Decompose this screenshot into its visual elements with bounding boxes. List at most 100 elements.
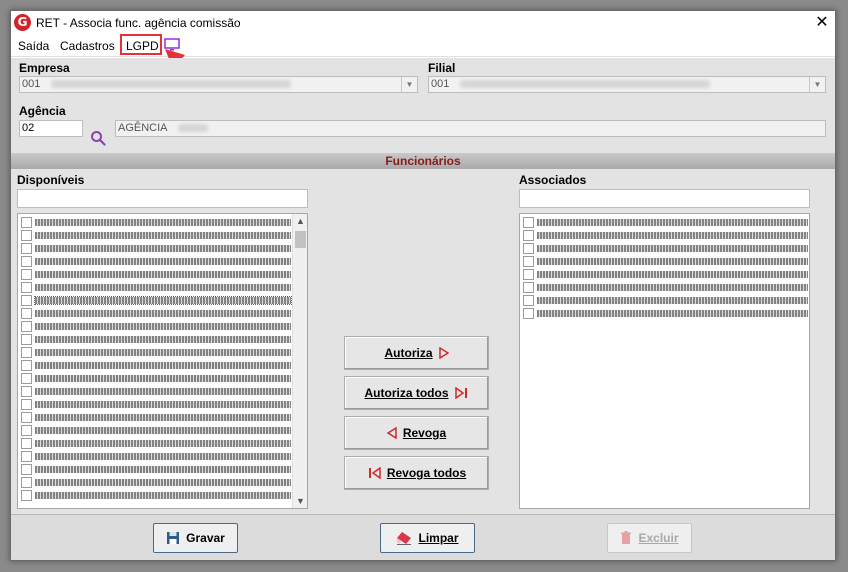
close-button[interactable]: ✕ <box>811 13 833 33</box>
checkbox[interactable] <box>21 451 32 462</box>
excluir-label: Excluir <box>638 531 679 545</box>
app-window: G RET - Associa func. agência comissão ✕… <box>10 10 836 561</box>
save-icon <box>167 532 180 544</box>
autoriza-button[interactable]: Autoriza <box>344 336 489 370</box>
arrow-left-double-icon <box>368 467 381 479</box>
checkbox[interactable] <box>21 438 32 449</box>
checkbox[interactable] <box>523 256 534 267</box>
gravar-label: Gravar <box>186 531 225 545</box>
gravar-button[interactable]: Gravar <box>153 523 238 553</box>
empresa-label: Empresa <box>19 61 70 75</box>
redacted-text <box>35 427 291 434</box>
autoriza-label: Autoriza <box>384 346 433 360</box>
redacted-text <box>35 453 291 460</box>
redacted-text <box>537 258 808 265</box>
redacted-text <box>35 219 291 226</box>
checkbox[interactable] <box>21 256 32 267</box>
associados-list[interactable] <box>519 213 810 509</box>
checkbox[interactable] <box>21 373 32 384</box>
menu-cadastros[interactable]: Cadastros <box>60 39 115 53</box>
autoriza-todos-label: Autoriza todos <box>364 386 449 400</box>
redacted-text <box>537 219 808 226</box>
checkbox[interactable] <box>21 490 32 501</box>
revoga-button[interactable]: Revoga <box>344 416 489 450</box>
agencia-name: AGÊNCIA <box>118 122 167 134</box>
disponiveis-list[interactable]: ▲ ▼ <box>17 213 308 509</box>
checkbox[interactable] <box>21 308 32 319</box>
checkbox[interactable] <box>21 295 32 306</box>
redacted-text <box>35 310 291 317</box>
disponiveis-filter-input[interactable] <box>17 189 308 208</box>
filial-value: 001 <box>431 78 450 90</box>
redacted-text <box>35 401 291 408</box>
redacted-text <box>34 296 292 305</box>
arrow-left-icon <box>386 427 397 439</box>
revoga-todos-button[interactable]: Revoga todos <box>344 456 489 490</box>
empresa-combo[interactable]: 001 ▼ <box>19 76 418 93</box>
checkbox[interactable] <box>21 412 32 423</box>
scroll-up-icon[interactable]: ▲ <box>293 214 307 228</box>
checkbox[interactable] <box>523 282 534 293</box>
agencia-label: Agência <box>19 104 66 118</box>
checkbox[interactable] <box>21 425 32 436</box>
revoga-label: Revoga <box>402 426 447 440</box>
monitor-icon[interactable] <box>164 38 180 52</box>
checkbox[interactable] <box>21 386 32 397</box>
redacted-text <box>35 336 291 343</box>
checkbox[interactable] <box>21 334 32 345</box>
redacted-text <box>35 245 291 252</box>
menu-saida[interactable]: Saída <box>18 39 49 53</box>
agencia-code-input[interactable]: 02 <box>19 120 83 137</box>
filial-combo[interactable]: 001 ▼ <box>428 76 826 93</box>
agencia-name-field: AGÊNCIA <box>115 120 826 137</box>
revoga-todos-label: Revoga todos <box>386 466 467 480</box>
checkbox[interactable] <box>523 295 534 306</box>
checkbox[interactable] <box>21 230 32 241</box>
empresa-value: 001 <box>22 78 41 90</box>
funcionarios-header: Funcionários <box>11 153 835 169</box>
checkbox[interactable] <box>21 217 32 228</box>
disponiveis-scrollbar[interactable]: ▲ ▼ <box>292 214 307 508</box>
redacted-text <box>537 245 808 252</box>
title-bar: G RET - Associa func. agência comissão ✕ <box>11 11 835 35</box>
checkbox[interactable] <box>21 269 32 280</box>
redacted-text <box>35 479 291 486</box>
limpar-label: Limpar <box>418 531 459 545</box>
redacted-text <box>537 310 808 317</box>
redacted-text <box>35 466 291 473</box>
arrow-right-double-icon <box>454 387 467 399</box>
redacted-text <box>537 271 808 278</box>
disponiveis-label: Disponíveis <box>17 173 85 187</box>
limpar-button[interactable]: Limpar <box>380 523 475 553</box>
checkbox[interactable] <box>523 308 534 319</box>
checkbox[interactable] <box>21 399 32 410</box>
redacted-text <box>35 323 291 330</box>
checkbox[interactable] <box>21 347 32 358</box>
app-logo-icon: G <box>14 14 31 31</box>
redacted-text <box>177 124 208 133</box>
associados-filter-input[interactable] <box>519 189 810 208</box>
checkbox[interactable] <box>21 321 32 332</box>
redacted-text <box>35 349 291 356</box>
scroll-down-icon[interactable]: ▼ <box>293 494 307 508</box>
redacted-text <box>35 284 291 291</box>
checkbox[interactable] <box>523 230 534 241</box>
checkbox[interactable] <box>21 243 32 254</box>
checkbox[interactable] <box>21 464 32 475</box>
checkbox[interactable] <box>523 243 534 254</box>
checkbox[interactable] <box>21 360 32 371</box>
lgpd-highlight-box <box>120 34 162 55</box>
checkbox[interactable] <box>523 217 534 228</box>
eraser-icon <box>396 532 412 545</box>
chevron-down-icon[interactable]: ▼ <box>809 77 825 92</box>
search-icon[interactable] <box>90 130 106 146</box>
checkbox[interactable] <box>21 282 32 293</box>
excluir-button[interactable]: Excluir <box>607 523 692 553</box>
checkbox[interactable] <box>523 269 534 280</box>
autoriza-todos-button[interactable]: Autoriza todos <box>344 376 489 410</box>
chevron-down-icon[interactable]: ▼ <box>401 77 417 92</box>
checkbox[interactable] <box>21 477 32 488</box>
redacted-text <box>35 492 291 499</box>
scroll-thumb[interactable] <box>295 231 306 248</box>
redacted-text <box>537 232 808 239</box>
